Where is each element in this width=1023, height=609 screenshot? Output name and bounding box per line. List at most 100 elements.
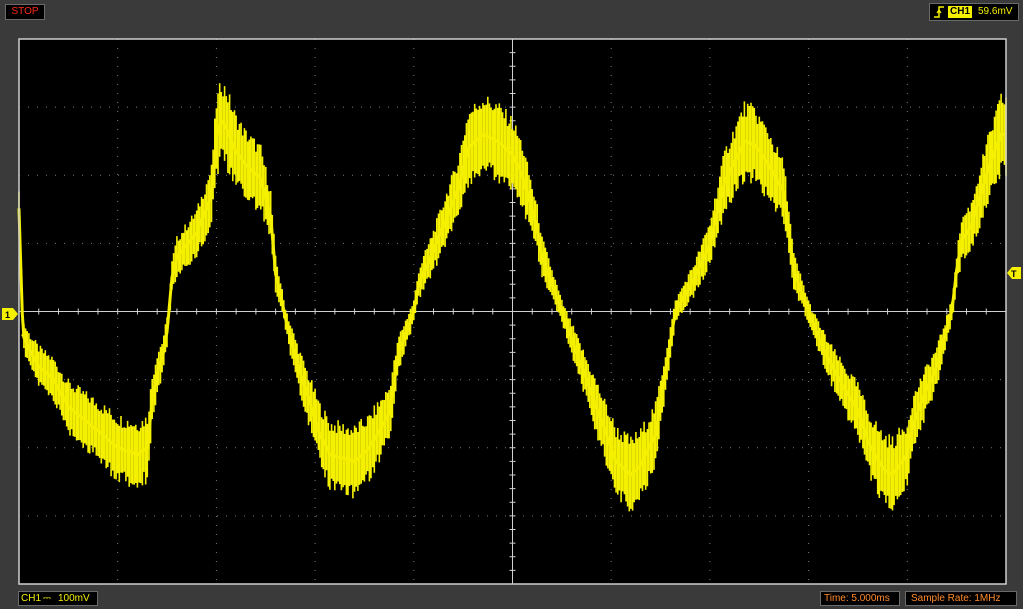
- waveform-plot[interactable]: 1 T: [0, 26, 1023, 591]
- trace-point: [535, 228, 539, 232]
- trace-point: [481, 132, 485, 136]
- ch1-label: CH1: [21, 593, 42, 604]
- trace-point: [826, 357, 830, 361]
- trace-point: [328, 453, 332, 457]
- trace-point: [935, 364, 939, 368]
- trace-point: [224, 126, 228, 130]
- trace-point: [999, 132, 1003, 136]
- trace-point: [165, 330, 169, 334]
- trace-point: [353, 459, 357, 463]
- trace-point: [905, 453, 909, 457]
- trace-point: [150, 398, 154, 402]
- trigger-status[interactable]: CH1 59.6mV: [929, 3, 1019, 21]
- trace-point: [614, 459, 618, 463]
- run-stop-status[interactable]: STOP: [5, 4, 45, 20]
- trigger-channel-badge: CH1: [948, 6, 973, 18]
- trace-point: [920, 398, 924, 402]
- trace-point: [244, 163, 248, 167]
- trace-point: [52, 378, 55, 382]
- trace-point: [752, 143, 756, 147]
- trace-point: [639, 463, 643, 467]
- trace-point: [284, 316, 287, 320]
- trace-point: [496, 139, 500, 143]
- trace-point: [160, 357, 164, 361]
- sample-rate-readout[interactable]: Sample Rate: 1MHz: [905, 591, 1017, 606]
- trace-point: [37, 364, 41, 368]
- trace-point: [866, 439, 870, 443]
- trigger-level-value: 59.6mV: [978, 6, 1013, 17]
- trace-point: [708, 241, 712, 245]
- trace-point: [432, 248, 435, 252]
- trace-point: [456, 187, 460, 191]
- trace-point: [540, 255, 544, 259]
- trace-point: [387, 412, 391, 416]
- trace-point: [145, 446, 149, 450]
- ch1-marker-label: 1: [5, 310, 10, 320]
- trace-point: [673, 310, 677, 313]
- trace-point: [407, 323, 411, 327]
- trace-point: [21, 333, 25, 337]
- trace-point: [723, 180, 727, 184]
- trace-point: [318, 432, 322, 436]
- trace-point: [984, 173, 988, 177]
- trace-point: [279, 293, 283, 296]
- trace-point: [792, 269, 796, 273]
- trace-point: [594, 405, 598, 409]
- trace-point: [511, 153, 514, 157]
- trace-point: [856, 408, 860, 412]
- trace-point: [970, 224, 973, 228]
- trace-point: [629, 473, 633, 477]
- trigger-marker-label: T: [1011, 269, 1017, 279]
- trace-point: [269, 214, 273, 218]
- ch1-volts-per-div: 100mV: [58, 593, 90, 604]
- trace-point: [219, 119, 223, 123]
- trace-point: [412, 310, 416, 313]
- trace-point: [155, 371, 159, 375]
- trace-point: [742, 139, 746, 143]
- trace-point: [555, 296, 559, 300]
- trace-point: [772, 173, 776, 177]
- trace-point: [520, 173, 524, 177]
- trace-point: [367, 446, 371, 450]
- trace-point: [654, 432, 658, 436]
- trace-point: [19, 269, 23, 273]
- trace-point: [170, 275, 174, 279]
- trace-point: [580, 364, 584, 368]
- trace-point: [298, 371, 302, 375]
- trace-point: [195, 231, 199, 235]
- trace-point: [767, 163, 771, 167]
- trace-point: [960, 238, 964, 242]
- trace-point: [782, 190, 786, 194]
- trace-point: [664, 371, 667, 375]
- waveform-display[interactable]: 1 T: [0, 26, 1023, 591]
- ch1-scale-box[interactable]: CH1 ⎓ 100mV: [18, 591, 98, 606]
- dc-coupling-icon: ⎓: [43, 593, 51, 604]
- trace-point: [234, 149, 238, 153]
- trace-point: [881, 466, 885, 470]
- trace-point: [841, 384, 845, 388]
- trace-point: [570, 337, 574, 341]
- trace-point: [66, 405, 70, 409]
- time-base-readout[interactable]: Time: 5.000ms: [820, 591, 900, 606]
- trace-point: [693, 275, 697, 279]
- trace-point: [812, 323, 815, 327]
- trace-point: [466, 146, 470, 150]
- rising-edge-icon: [934, 6, 944, 18]
- trace-point: [214, 136, 218, 140]
- trace-point: [27, 347, 31, 351]
- trace-point: [955, 269, 959, 273]
- trace-point: [950, 310, 954, 313]
- trace-point: [96, 429, 100, 433]
- bottom-status-bar: CH1 ⎓ 100mV Time: 5.000ms Sample Rate: 1MH…: [0, 589, 1023, 609]
- trace-point: [891, 473, 894, 477]
- trace-point: [210, 194, 213, 198]
- trace-point: [175, 255, 179, 259]
- top-status-bar: STOP CH1 59.6mV: [0, 0, 1023, 26]
- trace-point: [259, 177, 263, 181]
- trace-point: [417, 282, 421, 286]
- trace-point: [288, 337, 292, 341]
- trace-point: [397, 350, 401, 354]
- trace-point: [116, 446, 120, 450]
- trace-point: [135, 453, 139, 457]
- trace-point: [910, 425, 914, 429]
